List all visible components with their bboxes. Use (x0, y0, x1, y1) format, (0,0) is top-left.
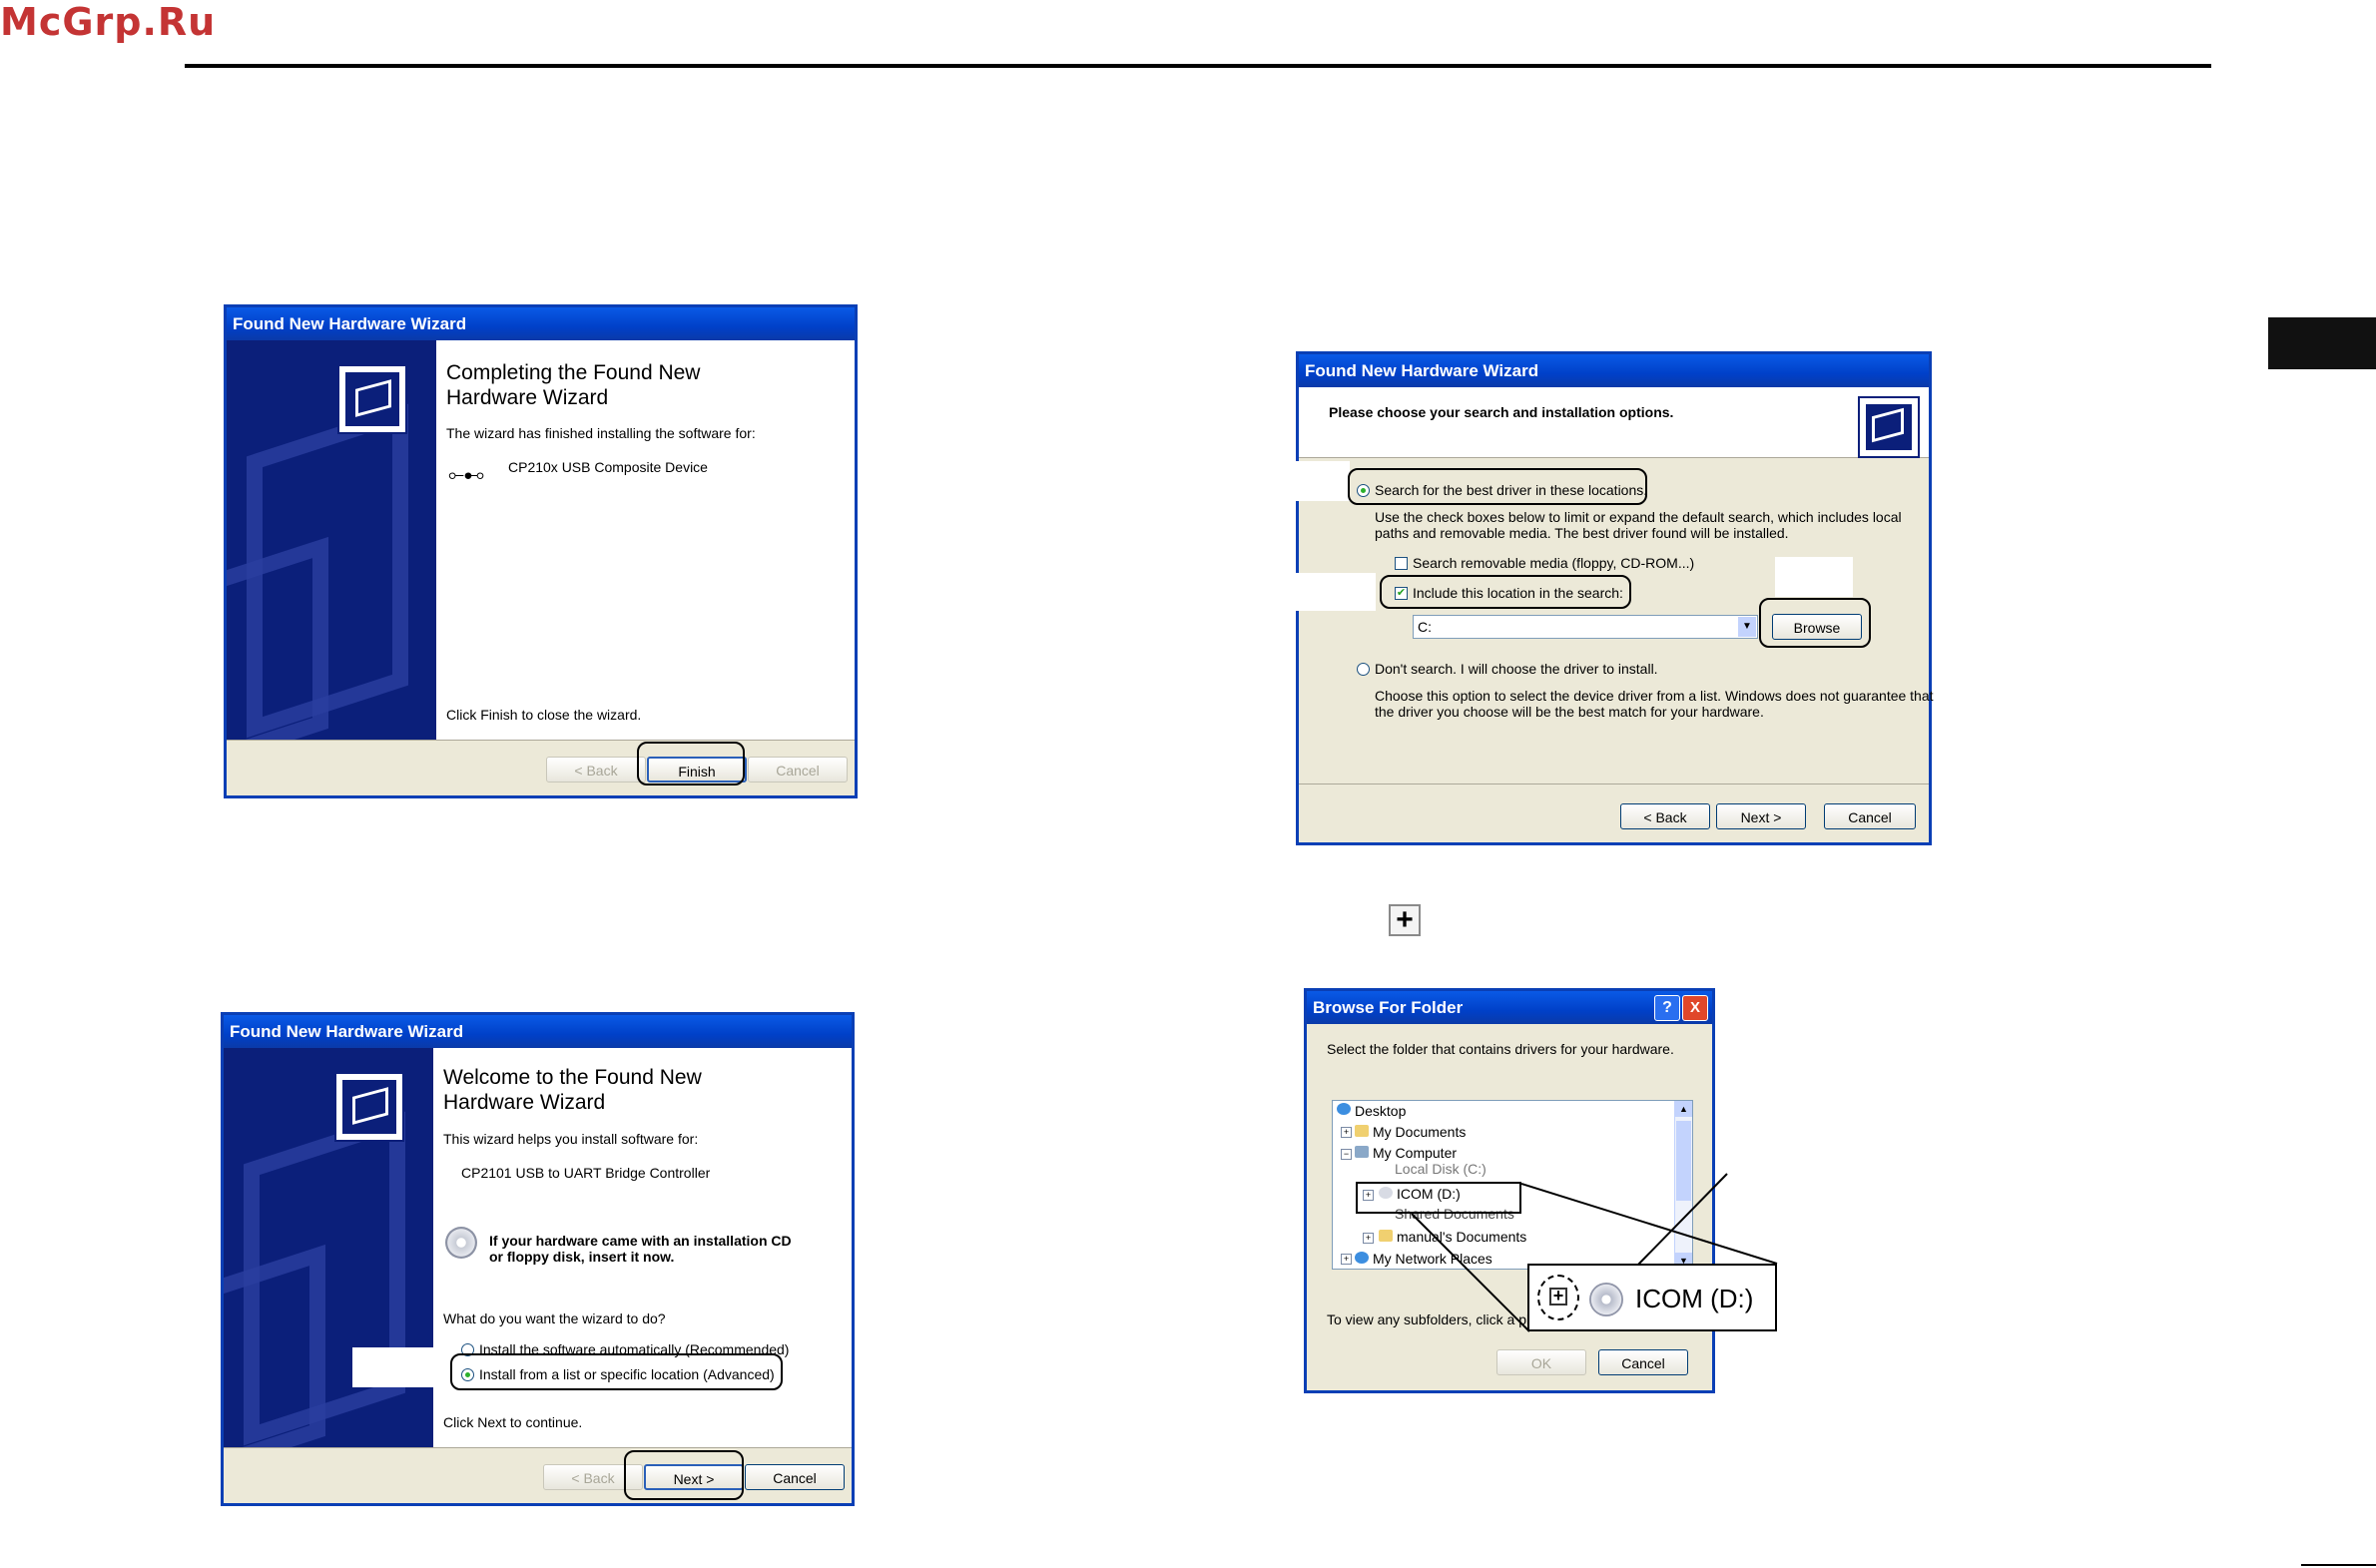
close-instructions: Click Finish to close the wizard. (446, 707, 642, 723)
label-mask (1296, 461, 1350, 501)
next-button[interactable]: Next > (1716, 803, 1806, 829)
dialog-title-bar: Found New Hardware Wizard (1299, 354, 1929, 387)
watermark: McGrp.Ru (0, 0, 217, 44)
dont-search-label[interactable]: Don't search. I will choose the driver t… (1375, 661, 1658, 677)
location-combobox[interactable]: C: ▼ (1413, 615, 1758, 639)
dialog-title-bar: Browse For Folder (1307, 991, 1712, 1024)
expand-icon[interactable]: + (1341, 1254, 1352, 1265)
device-name: CP2101 USB to UART Bridge Controller (461, 1165, 711, 1181)
dashed-circle (1537, 1275, 1579, 1320)
completing-heading-2: Hardware Wizard (446, 386, 609, 409)
tree-manuals[interactable]: manual's Documents (1397, 1229, 1526, 1245)
ok-button[interactable]: OK (1496, 1349, 1586, 1375)
dialog-title-bar: Found New Hardware Wizard (227, 307, 855, 340)
dialog-separator (227, 740, 855, 741)
dialog-title-bar: Found New Hardware Wizard (224, 1015, 852, 1048)
folder-icon (1379, 1230, 1393, 1242)
dialog-completing-wizard: Found New Hardware Wizard Completing the… (224, 304, 858, 798)
finish-button-callout (637, 742, 745, 785)
search-desc-1: Use the check boxes below to limit or ex… (1375, 509, 1902, 525)
zoom-icom-label: ICOM (D:) (1635, 1284, 1754, 1313)
help-button[interactable]: ? (1654, 995, 1680, 1021)
desktop-icon (1337, 1103, 1351, 1115)
zoom-callout: + ICOM (D:) (1527, 1264, 1777, 1331)
dont-search-radio[interactable] (1357, 663, 1370, 676)
removable-media-checkbox[interactable] (1395, 557, 1408, 570)
hardware-wizard-icon (334, 1072, 404, 1142)
scroll-thumb[interactable] (1676, 1121, 1691, 1201)
dont-desc-1: Choose this option to select the device … (1375, 688, 1934, 704)
welcome-heading-1: Welcome to the Found New (443, 1066, 702, 1089)
helps-text: This wizard helps you install software f… (443, 1131, 699, 1147)
dialog-welcome-wizard: Found New Hardware Wizard Welcome to the… (221, 1012, 855, 1506)
label-mask (1775, 557, 1853, 597)
network-icon (1355, 1252, 1369, 1264)
location-value: C: (1418, 619, 1432, 635)
welcome-heading-2: Hardware Wizard (443, 1091, 606, 1114)
search-desc-2: paths and removable media. The best driv… (1375, 525, 1789, 541)
cd-instruction-2: or floppy disk, insert it now. (489, 1249, 675, 1265)
cancel-button[interactable]: Cancel (1824, 803, 1916, 829)
tree-network[interactable]: My Network Places (1373, 1251, 1492, 1267)
icom-highlight-box (1356, 1182, 1521, 1214)
tree-local-disk[interactable]: Local Disk (C:) (1395, 1161, 1486, 1177)
scroll-up-icon[interactable]: ▲ (1675, 1101, 1692, 1117)
tree-my-documents[interactable]: My Documents (1373, 1124, 1466, 1140)
wizard-question: What do you want the wizard to do? (443, 1310, 666, 1326)
back-button[interactable]: < Back (1620, 803, 1710, 829)
browse-instruction: Select the folder that contains drivers … (1327, 1041, 1674, 1057)
section-tab (2268, 317, 2376, 369)
hardware-wizard-icon (1858, 396, 1920, 458)
label-mask (352, 1347, 452, 1387)
back-button[interactable]: < Back (546, 757, 646, 783)
top-rule (185, 64, 2211, 68)
next-button-callout (624, 1450, 744, 1500)
chevron-down-icon[interactable]: ▼ (1738, 617, 1756, 637)
wizard-header-band (1299, 387, 1929, 458)
cancel-button[interactable]: Cancel (745, 1464, 845, 1490)
bottom-corner-line (2301, 1564, 2376, 1566)
dont-desc-2: the driver you choose will be the best m… (1375, 704, 1764, 720)
browse-button-callout (1759, 598, 1871, 648)
removable-media-label[interactable]: Search removable media (floppy, CD-ROM..… (1413, 555, 1694, 571)
continue-text: Click Next to continue. (443, 1414, 583, 1430)
cancel-button[interactable]: Cancel (748, 757, 848, 783)
folder-icon (1355, 1125, 1369, 1137)
computer-icon (1355, 1146, 1369, 1158)
dialog-separator (224, 1447, 852, 1448)
device-name: CP210x USB Composite Device (508, 459, 708, 475)
close-button[interactable]: X (1682, 995, 1708, 1021)
install-list-callout (450, 1353, 783, 1390)
include-location-callout (1380, 575, 1631, 609)
completing-heading-1: Completing the Found New (446, 361, 701, 384)
cd-icon (445, 1227, 477, 1259)
tree-my-computer[interactable]: My Computer (1373, 1145, 1457, 1161)
label-mask (1296, 573, 1376, 611)
cancel-button[interactable]: Cancel (1598, 1349, 1688, 1375)
search-best-callout (1348, 468, 1647, 505)
cd-instruction-1: If your hardware came with an installati… (489, 1233, 792, 1249)
plus-box-icon: + (1389, 904, 1421, 936)
usb-icon: ⟜⊷ (448, 464, 484, 486)
expand-icon[interactable]: + (1363, 1233, 1374, 1244)
cd-drive-icon (1589, 1283, 1623, 1316)
search-header: Please choose your search and installati… (1329, 404, 1674, 420)
expand-icon[interactable]: + (1341, 1127, 1352, 1138)
scrollbar[interactable]: ▲ ▼ (1674, 1101, 1692, 1269)
tree-desktop[interactable]: Desktop (1355, 1103, 1406, 1119)
finished-text: The wizard has finished installing the s… (446, 425, 756, 441)
collapse-icon[interactable]: − (1341, 1149, 1352, 1160)
hardware-wizard-icon (337, 364, 407, 434)
